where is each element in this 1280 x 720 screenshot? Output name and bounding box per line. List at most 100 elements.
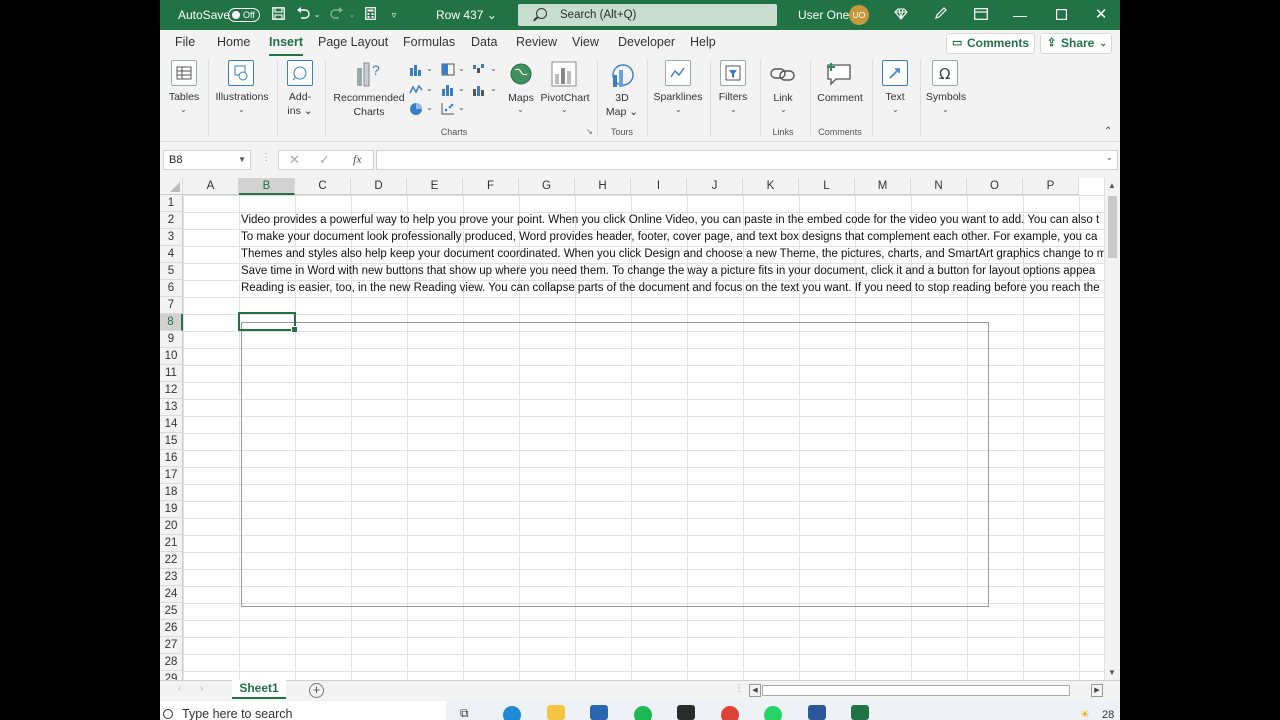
row-header-16[interactable]: 16 — [160, 450, 183, 467]
omega-icon[interactable]: Ω — [932, 60, 958, 86]
whatsapp-icon[interactable] — [764, 706, 782, 720]
row-header-8[interactable]: 8 — [160, 314, 183, 331]
search-input[interactable]: Search (Alt+Q) — [518, 4, 777, 26]
link-dropdown-icon[interactable]: ⌄ — [780, 105, 787, 114]
globe-icon[interactable] — [509, 62, 533, 86]
name-box[interactable]: B8 ▼ — [163, 150, 251, 170]
expand-formula-bar-icon[interactable]: ⌄ — [1105, 152, 1113, 163]
tab-formulas[interactable]: Formulas — [403, 35, 455, 49]
row-header-18[interactable]: 18 — [160, 484, 183, 501]
file-explorer-icon[interactable] — [547, 705, 565, 720]
3d-map-icon[interactable] — [609, 61, 635, 89]
maximize-icon[interactable] — [1053, 0, 1069, 30]
tables-dropdown-icon[interactable]: ⌄ — [180, 105, 187, 114]
column-header-I[interactable]: I — [631, 178, 687, 195]
row-header-12[interactable]: 12 — [160, 382, 183, 399]
scroll-down-icon[interactable]: ▼ — [1108, 668, 1116, 677]
statistic-chart-dropdown-icon[interactable]: ⌄ — [458, 84, 465, 93]
sparklines-dropdown-icon[interactable]: ⌄ — [675, 105, 682, 114]
pivotchart-dropdown-icon[interactable]: ⌄ — [561, 105, 568, 114]
filters-dropdown-icon[interactable]: ⌄ — [730, 105, 737, 114]
text-icon[interactable] — [882, 60, 908, 86]
redo-icon[interactable] — [328, 0, 346, 30]
symbols-button[interactable]: Symbols — [923, 90, 969, 104]
scroll-right-icon[interactable]: ▶ — [1091, 684, 1103, 697]
avatar[interactable]: UO — [849, 5, 869, 25]
edge-icon[interactable] — [503, 706, 521, 720]
row-header-1[interactable]: 1 — [160, 195, 183, 212]
word-icon[interactable] — [808, 705, 826, 720]
autosave-toggle[interactable]: Off — [228, 8, 260, 22]
column-header-C[interactable]: C — [295, 178, 351, 195]
recommended-charts-button[interactable]: Recommended Charts — [330, 91, 408, 119]
undo-dropdown-icon[interactable]: ⌄ — [313, 0, 321, 30]
row-header-9[interactable]: 9 — [160, 331, 183, 348]
pie-chart-dropdown-icon[interactable]: ⌄ — [426, 103, 433, 112]
calculator-icon[interactable] — [362, 0, 378, 30]
tab-review[interactable]: Review — [516, 35, 557, 49]
scroll-up-icon[interactable]: ▲ — [1108, 181, 1116, 190]
row-header-29[interactable]: 29 — [160, 671, 183, 680]
addins-icon[interactable] — [287, 60, 313, 86]
enter-icon[interactable]: ✓ — [319, 152, 330, 168]
select-all-corner[interactable] — [160, 178, 183, 195]
tab-sheet1[interactable]: Sheet1 — [232, 680, 286, 699]
3d-map-button[interactable]: 3D Map ⌄ — [602, 91, 642, 119]
filters-icon[interactable] — [720, 60, 746, 86]
pen-icon[interactable] — [933, 0, 949, 30]
statistic-chart-icon[interactable] — [441, 83, 455, 96]
save-icon[interactable] — [270, 0, 286, 30]
minimize-icon[interactable]: — — [1010, 0, 1030, 30]
diamond-icon[interactable] — [893, 0, 909, 30]
tab-file[interactable]: File — [175, 35, 195, 49]
column-chart-dropdown-icon[interactable]: ⌄ — [426, 64, 433, 73]
worksheet-grid[interactable]: ABCDEFGHIJKLMNOP 1 2 3 4 5 6 7 8 9 10 11 12 13 14 15 16… — [160, 178, 1104, 680]
cell-B6[interactable]: Reading is easier, too, in the new Readi… — [241, 280, 1100, 297]
combo-chart-icon[interactable] — [472, 83, 486, 96]
pivotchart-button[interactable]: PivotChart — [538, 91, 592, 105]
row-header-4[interactable]: 4 — [160, 246, 183, 263]
column-header-E[interactable]: E — [407, 178, 463, 195]
row-header-20[interactable]: 20 — [160, 518, 183, 535]
column-header-N[interactable]: N — [911, 178, 967, 195]
row-header-21[interactable]: 21 — [160, 535, 183, 552]
addins-button[interactable]: Add-ins ⌄ — [280, 90, 320, 118]
tab-help[interactable]: Help — [690, 35, 716, 49]
row-header-19[interactable]: 19 — [160, 501, 183, 518]
task-view-icon[interactable]: ⧉ — [460, 706, 469, 720]
spotify-icon[interactable] — [634, 706, 652, 720]
prev-sheet-icon[interactable]: ‹ — [178, 683, 181, 694]
filters-button[interactable]: Filters — [712, 90, 754, 104]
tables-button[interactable]: Tables — [163, 90, 205, 104]
column-header-H[interactable]: H — [575, 178, 631, 195]
horizontal-scroll-thumb[interactable] — [762, 685, 1070, 696]
cell-B4[interactable]: Themes and styles also help keep your do… — [241, 246, 1104, 263]
sparklines-button[interactable]: Sparklines — [650, 90, 706, 104]
vertical-scrollbar[interactable]: ▲ ▼ — [1104, 178, 1120, 680]
column-header-F[interactable]: F — [463, 178, 519, 195]
tab-data[interactable]: Data — [471, 35, 497, 49]
column-header-B[interactable]: B — [239, 178, 295, 195]
cell-B3[interactable]: To make your document look professionall… — [241, 229, 1097, 246]
illustrations-button[interactable]: Illustrations — [212, 90, 272, 104]
active-cell-B8[interactable] — [238, 312, 298, 333]
tab-home[interactable]: Home — [217, 35, 250, 49]
row-header-26[interactable]: 26 — [160, 620, 183, 637]
row-header-5[interactable]: 5 — [160, 263, 183, 280]
customize-qat-icon[interactable]: ▿ — [388, 0, 400, 30]
close-icon[interactable]: ✕ — [1092, 0, 1110, 30]
row-header-6[interactable]: 6 — [160, 280, 183, 297]
row-header-17[interactable]: 17 — [160, 467, 183, 484]
combo-chart-dropdown-icon[interactable]: ⌄ — [490, 84, 497, 93]
illustrations-icon[interactable] — [228, 60, 254, 86]
row-header-28[interactable]: 28 — [160, 654, 183, 671]
ribbon-display-icon[interactable] — [973, 0, 989, 30]
text-dropdown-icon[interactable]: ⌄ — [892, 105, 899, 114]
column-header-M[interactable]: M — [855, 178, 911, 195]
row-header-27[interactable]: 27 — [160, 637, 183, 654]
more-options-icon[interactable]: ⋮ — [261, 152, 271, 163]
maps-button[interactable]: Maps — [503, 91, 539, 105]
workbook-name[interactable]: Row 437 ⌄ — [436, 0, 497, 30]
scroll-left-icon[interactable]: ◀ — [749, 684, 761, 697]
waterfall-chart-dropdown-icon[interactable]: ⌄ — [490, 64, 497, 73]
